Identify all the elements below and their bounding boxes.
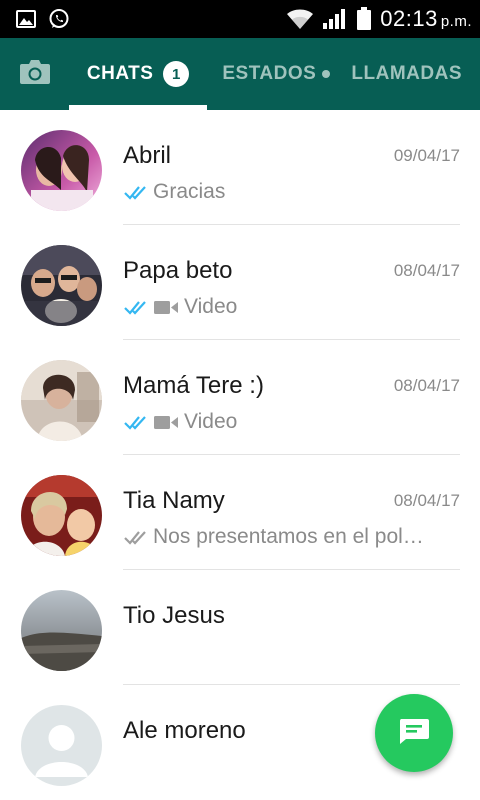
status-update-dot bbox=[322, 70, 331, 78]
chat-name: Abril bbox=[123, 142, 172, 169]
chat-date: 08/04/17 bbox=[393, 376, 460, 395]
chat-row-tio-jesus[interactable]: Tio Jesus bbox=[0, 570, 480, 685]
chat-name: Mamá Tere :) bbox=[123, 372, 264, 399]
read-ticks-icon bbox=[124, 301, 146, 315]
last-message: Video bbox=[184, 295, 238, 318]
video-icon bbox=[154, 301, 178, 314]
last-message: Video bbox=[184, 410, 238, 433]
chat-name: Tio Jesus bbox=[123, 602, 225, 629]
chat-body: Tio Jesus bbox=[123, 570, 460, 685]
tab-status[interactable]: ESTADOS bbox=[207, 38, 345, 110]
video-icon bbox=[154, 416, 178, 429]
chat-date: 09/04/17 bbox=[393, 146, 460, 165]
last-message: Gracias bbox=[153, 180, 226, 203]
avatar[interactable] bbox=[21, 245, 102, 326]
chat-row-mama-tere[interactable]: Mamá Tere :) 08/04/17 Video bbox=[0, 340, 480, 455]
tab-bar: CHATS 1 ESTADOS LLAMADAS bbox=[0, 38, 480, 110]
avatar[interactable] bbox=[21, 130, 102, 211]
chat-preview: Video bbox=[123, 408, 460, 436]
tab-camera[interactable] bbox=[0, 38, 69, 110]
status-right: 02:13 p.m. bbox=[286, 6, 472, 32]
tab-chats[interactable]: CHATS 1 bbox=[69, 38, 208, 110]
status-bar: 02:13 p.m. bbox=[0, 0, 480, 38]
chat-body: Papa beto 08/04/17 Video bbox=[123, 225, 460, 340]
new-chat-icon bbox=[398, 717, 430, 750]
read-ticks-icon bbox=[124, 416, 146, 430]
tab-calls-label: LLAMADAS bbox=[351, 63, 463, 84]
unread-badge: 1 bbox=[163, 61, 190, 87]
avatar[interactable] bbox=[21, 360, 102, 441]
tab-chats-label: CHATS bbox=[86, 63, 154, 84]
wifi-icon bbox=[286, 8, 314, 30]
chat-row-abril[interactable]: Abril 09/04/17 Gracias bbox=[0, 110, 480, 225]
chat-name: Ale moreno bbox=[123, 717, 246, 744]
new-chat-button[interactable] bbox=[375, 694, 453, 772]
signal-icon bbox=[322, 8, 348, 30]
chat-name: Tia Namy bbox=[123, 487, 225, 514]
chat-preview: Gracias bbox=[123, 178, 460, 206]
chat-row-papa-beto[interactable]: Papa beto 08/04/17 Video bbox=[0, 225, 480, 340]
chat-date: 08/04/17 bbox=[393, 491, 460, 510]
battery-icon bbox=[356, 7, 372, 31]
clock: 02:13 p.m. bbox=[380, 6, 472, 32]
default-avatar-icon[interactable] bbox=[21, 705, 102, 786]
status-left bbox=[16, 8, 70, 30]
chat-preview: Nos presentamos en el pol… bbox=[123, 523, 460, 551]
chat-name: Papa beto bbox=[123, 257, 233, 284]
chat-row-tia-namy[interactable]: Tia Namy 08/04/17 Nos presentamos en el … bbox=[0, 455, 480, 570]
chat-body: Mamá Tere :) 08/04/17 Video bbox=[123, 340, 460, 455]
camera-icon bbox=[19, 59, 51, 90]
whatsapp-icon bbox=[48, 8, 70, 30]
clock-time: 02:13 bbox=[380, 6, 438, 31]
tab-calls[interactable]: LLAMADAS bbox=[345, 38, 480, 110]
chat-date: 08/04/17 bbox=[393, 261, 460, 280]
read-ticks-icon bbox=[124, 186, 146, 200]
last-message: Nos presentamos en el pol… bbox=[153, 525, 424, 548]
chat-body: Abril 09/04/17 Gracias bbox=[123, 110, 460, 225]
avatar[interactable] bbox=[21, 475, 102, 556]
clock-suffix: p.m. bbox=[440, 13, 472, 30]
image-icon bbox=[16, 10, 36, 28]
delivered-ticks-icon bbox=[124, 531, 146, 545]
avatar[interactable] bbox=[21, 590, 102, 671]
tab-status-label: ESTADOS bbox=[222, 63, 317, 84]
chat-body: Tia Namy 08/04/17 Nos presentamos en el … bbox=[123, 455, 460, 570]
chat-preview: Video bbox=[123, 293, 460, 321]
